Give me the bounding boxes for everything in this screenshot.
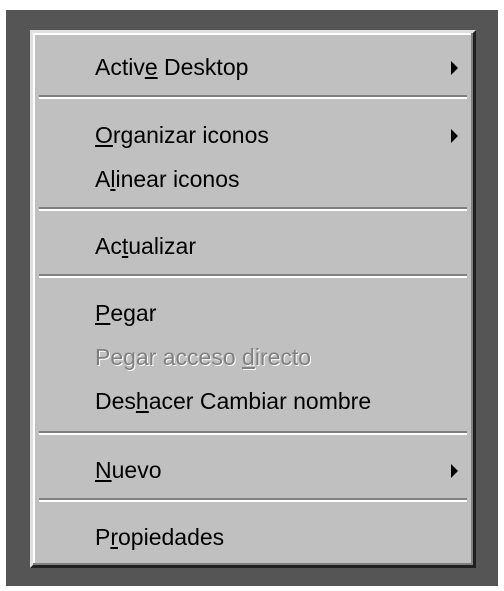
menu-separator bbox=[39, 207, 467, 211]
menu-item-pegar[interactable]: Pegar bbox=[36, 293, 470, 337]
menu-item-label: Actualizar bbox=[95, 233, 196, 259]
menu-separator bbox=[39, 95, 467, 99]
context-menu: Active Desktop Organizar iconos Alinear … bbox=[30, 30, 476, 568]
menu-item-alinear-iconos[interactable]: Alinear iconos bbox=[36, 159, 470, 203]
menu-item-label: Deshacer Cambiar nombre bbox=[95, 388, 372, 414]
menu-item-pegar-acceso-directo: Pegar acceso directo bbox=[36, 337, 470, 381]
menu-item-label: Alinear iconos bbox=[95, 166, 240, 192]
menu-item-label: Propiedades bbox=[95, 524, 225, 550]
menu-item-propiedades[interactable]: Propiedades bbox=[36, 517, 470, 561]
menu-separator bbox=[39, 431, 467, 435]
menu-separator bbox=[39, 274, 467, 278]
menu-item-organizar-iconos[interactable]: Organizar iconos bbox=[36, 115, 470, 159]
menu-item-label: Organizar iconos bbox=[95, 122, 269, 148]
menu-item-actualizar[interactable]: Actualizar bbox=[36, 226, 470, 270]
menu-item-label: Pegar acceso directo bbox=[95, 344, 312, 370]
menu-item-label: Nuevo bbox=[95, 457, 162, 483]
submenu-arrow-icon bbox=[451, 129, 458, 143]
submenu-arrow-icon bbox=[451, 464, 458, 478]
menu-item-nuevo[interactable]: Nuevo bbox=[36, 450, 470, 494]
menu-item-label: Pegar bbox=[95, 300, 157, 326]
submenu-arrow-icon bbox=[451, 61, 458, 75]
menu-item-label: Active Desktop bbox=[95, 54, 249, 80]
menu-item-deshacer-cambiar-nombre[interactable]: Deshacer Cambiar nombre bbox=[36, 381, 470, 425]
menu-separator bbox=[39, 498, 467, 502]
menu-item-active-desktop[interactable]: Active Desktop bbox=[36, 47, 470, 91]
